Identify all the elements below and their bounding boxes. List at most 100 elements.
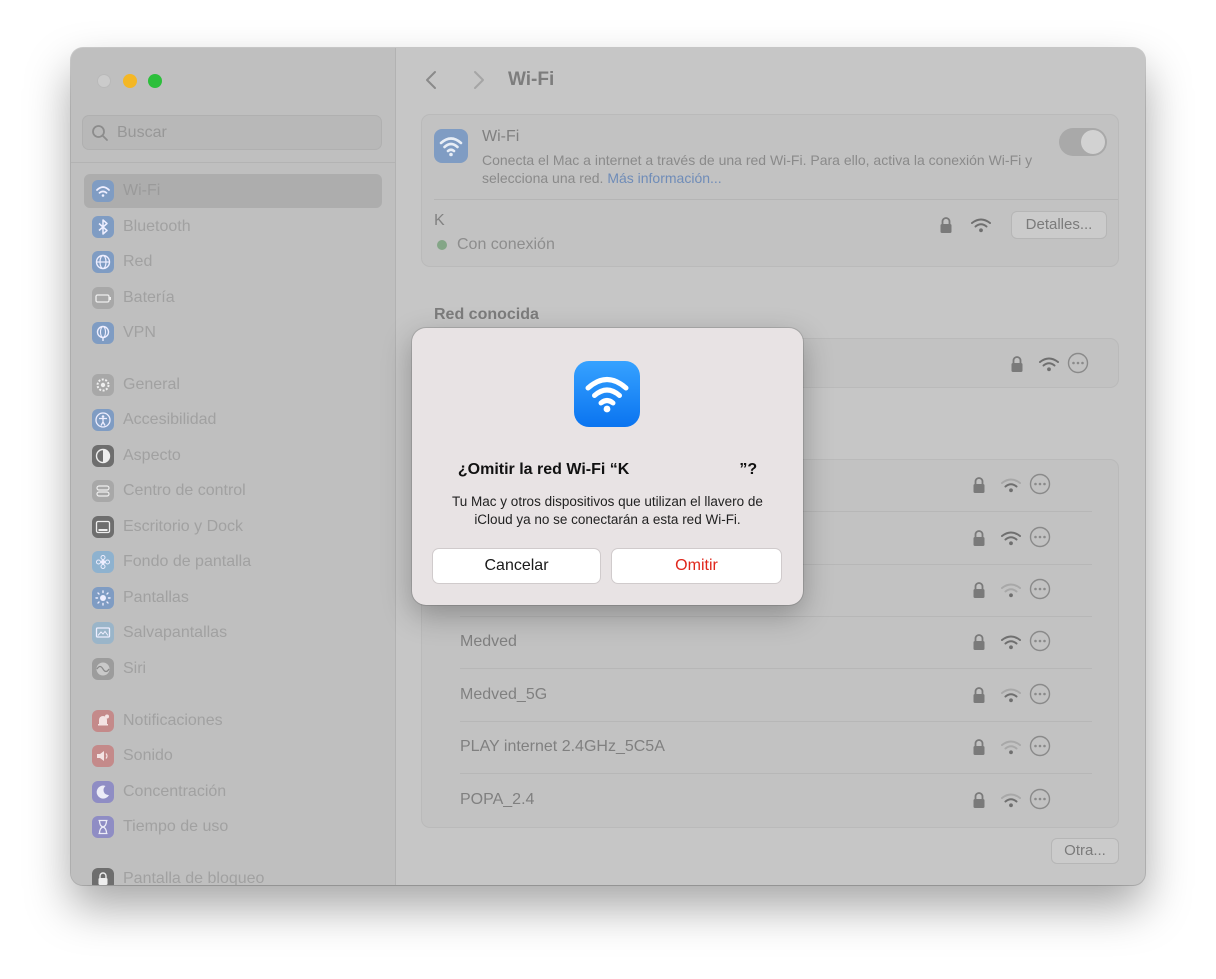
dock-icon: [92, 516, 114, 538]
lock-icon: [973, 477, 985, 493]
sidebar-item-batería[interactable]: Batería: [84, 281, 382, 315]
sidebar-item-label: Escritorio y Dock: [123, 518, 244, 535]
more-options-icon[interactable]: [1029, 473, 1051, 495]
bluetooth-icon: [92, 216, 114, 238]
sidebar-item-red[interactable]: Red: [84, 245, 382, 279]
wifi-signal-icon: [1001, 793, 1021, 807]
network-name: POPA_2.4: [460, 790, 535, 808]
lock-icon: [1011, 356, 1023, 372]
more-options-icon[interactable]: [1029, 578, 1051, 600]
sidebar-item-pantalla-de-bloqueo[interactable]: Pantalla de bloqueo: [84, 862, 382, 885]
dialog-title-suffix: ”?: [739, 461, 758, 478]
sidebar-item-label: Red: [123, 253, 153, 270]
wifi-toggle[interactable]: [1059, 128, 1107, 156]
close-window-button[interactable]: [97, 74, 111, 88]
lock-icon: [973, 634, 985, 650]
back-button[interactable]: [422, 68, 442, 92]
wifi-description-text: Conecta el Mac a internet a través de un…: [482, 152, 1033, 186]
sidebar-item-pantallas[interactable]: Pantallas: [84, 581, 382, 615]
omit-button[interactable]: Omitir: [611, 548, 782, 584]
sidebar-item-tiempo-de-uso[interactable]: Tiempo de uso: [84, 810, 382, 844]
wallpaper-icon: [92, 551, 114, 573]
wifi-card-title: Wi-Fi: [482, 128, 520, 145]
wifi-signal-icon: [1001, 688, 1021, 702]
sidebar-item-accesibilidad[interactable]: Accesibilidad: [84, 403, 382, 437]
appearance-icon: [92, 445, 114, 467]
wifi-icon: [439, 137, 463, 157]
wifi-icon: [585, 377, 629, 413]
speaker-icon: [92, 745, 114, 767]
list-item[interactable]: POPA_2.4: [422, 775, 1092, 827]
list-item[interactable]: PLAY internet 2.4GHz_5C5A: [422, 722, 1092, 774]
more-options-icon[interactable]: [1067, 352, 1089, 374]
lock-icon: [92, 868, 114, 885]
sidebar-item-label: Pantalla de bloqueo: [123, 870, 265, 885]
sidebar-item-centro-de-control[interactable]: Centro de control: [84, 474, 382, 508]
wifi-signal-icon: [1001, 478, 1021, 493]
sidebar: Buscar Wi-Fi Bluetooth Red Batería VPN Genera…: [71, 48, 396, 885]
chevron-right-icon: [474, 71, 484, 89]
more-options-icon[interactable]: [1029, 630, 1051, 652]
sidebar-item-label: Aspecto: [123, 447, 181, 464]
sidebar-item-label: Tiempo de uso: [123, 818, 229, 835]
more-info-link[interactable]: Más información...: [607, 170, 721, 186]
sidebar-item-aspecto[interactable]: Aspecto: [84, 439, 382, 473]
lock-icon: [973, 582, 985, 598]
details-button[interactable]: Detalles...: [1011, 211, 1107, 239]
sidebar-item-label: Centro de control: [123, 482, 246, 499]
current-network-name: K: [434, 212, 445, 229]
sidebar-item-label: Salvapantallas: [123, 624, 228, 641]
sidebar-item-general[interactable]: General: [84, 368, 382, 402]
sidebar-item-label: Siri: [123, 660, 147, 677]
sidebar-item-bluetooth[interactable]: Bluetooth: [84, 210, 382, 244]
control-center-icon: [92, 480, 114, 502]
network-name: Medved: [460, 633, 517, 650]
hourglass-icon: [92, 816, 114, 838]
sidebar-item-label: Bluetooth: [123, 218, 191, 235]
search-icon: [92, 125, 108, 141]
sidebar-item-vpn[interactable]: VPN: [84, 316, 382, 350]
sidebar-item-fondo-de-pantalla[interactable]: Fondo de pantalla: [84, 545, 382, 579]
network-name: Medved_5G: [460, 685, 548, 703]
search-field[interactable]: Buscar: [82, 115, 382, 150]
maximize-window-button[interactable]: [148, 74, 162, 88]
sidebar-item-sonido[interactable]: Sonido: [84, 739, 382, 773]
minimize-window-button[interactable]: [123, 74, 137, 88]
wifi-icon: [92, 180, 114, 202]
vpn-globe-icon: [92, 322, 114, 344]
more-options-icon[interactable]: [1029, 683, 1051, 705]
dialog-wifi-icon: [574, 361, 640, 427]
card-divider: [434, 199, 1118, 200]
list-item[interactable]: Medved_5G: [422, 670, 1092, 722]
more-options-icon[interactable]: [1029, 735, 1051, 757]
lock-icon: [940, 217, 952, 233]
forget-network-dialog: ¿Omitir la red Wi-Fi “K ”? Tu Mac y otros…: [412, 328, 803, 605]
known-networks-heading: Red conocida: [434, 306, 539, 323]
accessibility-icon: [92, 409, 114, 431]
sidebar-item-escritorio-y-dock[interactable]: Escritorio y Dock: [84, 510, 382, 544]
sidebar-item-label: Pantallas: [123, 589, 189, 606]
sidebar-item-concentración[interactable]: Concentración: [84, 775, 382, 809]
sidebar-item-wi-fi[interactable]: Wi-Fi: [84, 174, 382, 208]
more-options-icon[interactable]: [1029, 788, 1051, 810]
wifi-signal-icon: [1001, 740, 1021, 755]
wifi-card-description: Conecta el Mac a internet a través de un…: [482, 151, 1042, 187]
search-placeholder: Buscar: [117, 124, 167, 141]
sidebar-item-siri[interactable]: Siri: [84, 652, 382, 686]
sidebar-item-notificaciones[interactable]: Notificaciones: [84, 704, 382, 738]
sidebar-item-salvapantallas[interactable]: Salvapantallas: [84, 616, 382, 650]
other-network-button[interactable]: Otra...: [1051, 838, 1119, 864]
forward-button[interactable]: [468, 68, 488, 92]
lock-icon: [973, 529, 985, 546]
chevron-left-icon: [426, 71, 436, 89]
wifi-app-icon: [434, 129, 468, 163]
gear-icon: [92, 374, 114, 396]
cancel-button[interactable]: Cancelar: [432, 548, 601, 584]
more-options-icon[interactable]: [1029, 526, 1051, 548]
wifi-signal-icon: [1001, 583, 1021, 598]
connected-status-dot: [437, 240, 447, 250]
network-name: PLAY internet 2.4GHz_5C5A: [460, 738, 665, 755]
sidebar-item-label: Batería: [123, 289, 175, 306]
bell-icon: [92, 710, 114, 732]
list-item[interactable]: Medved: [422, 617, 1092, 669]
